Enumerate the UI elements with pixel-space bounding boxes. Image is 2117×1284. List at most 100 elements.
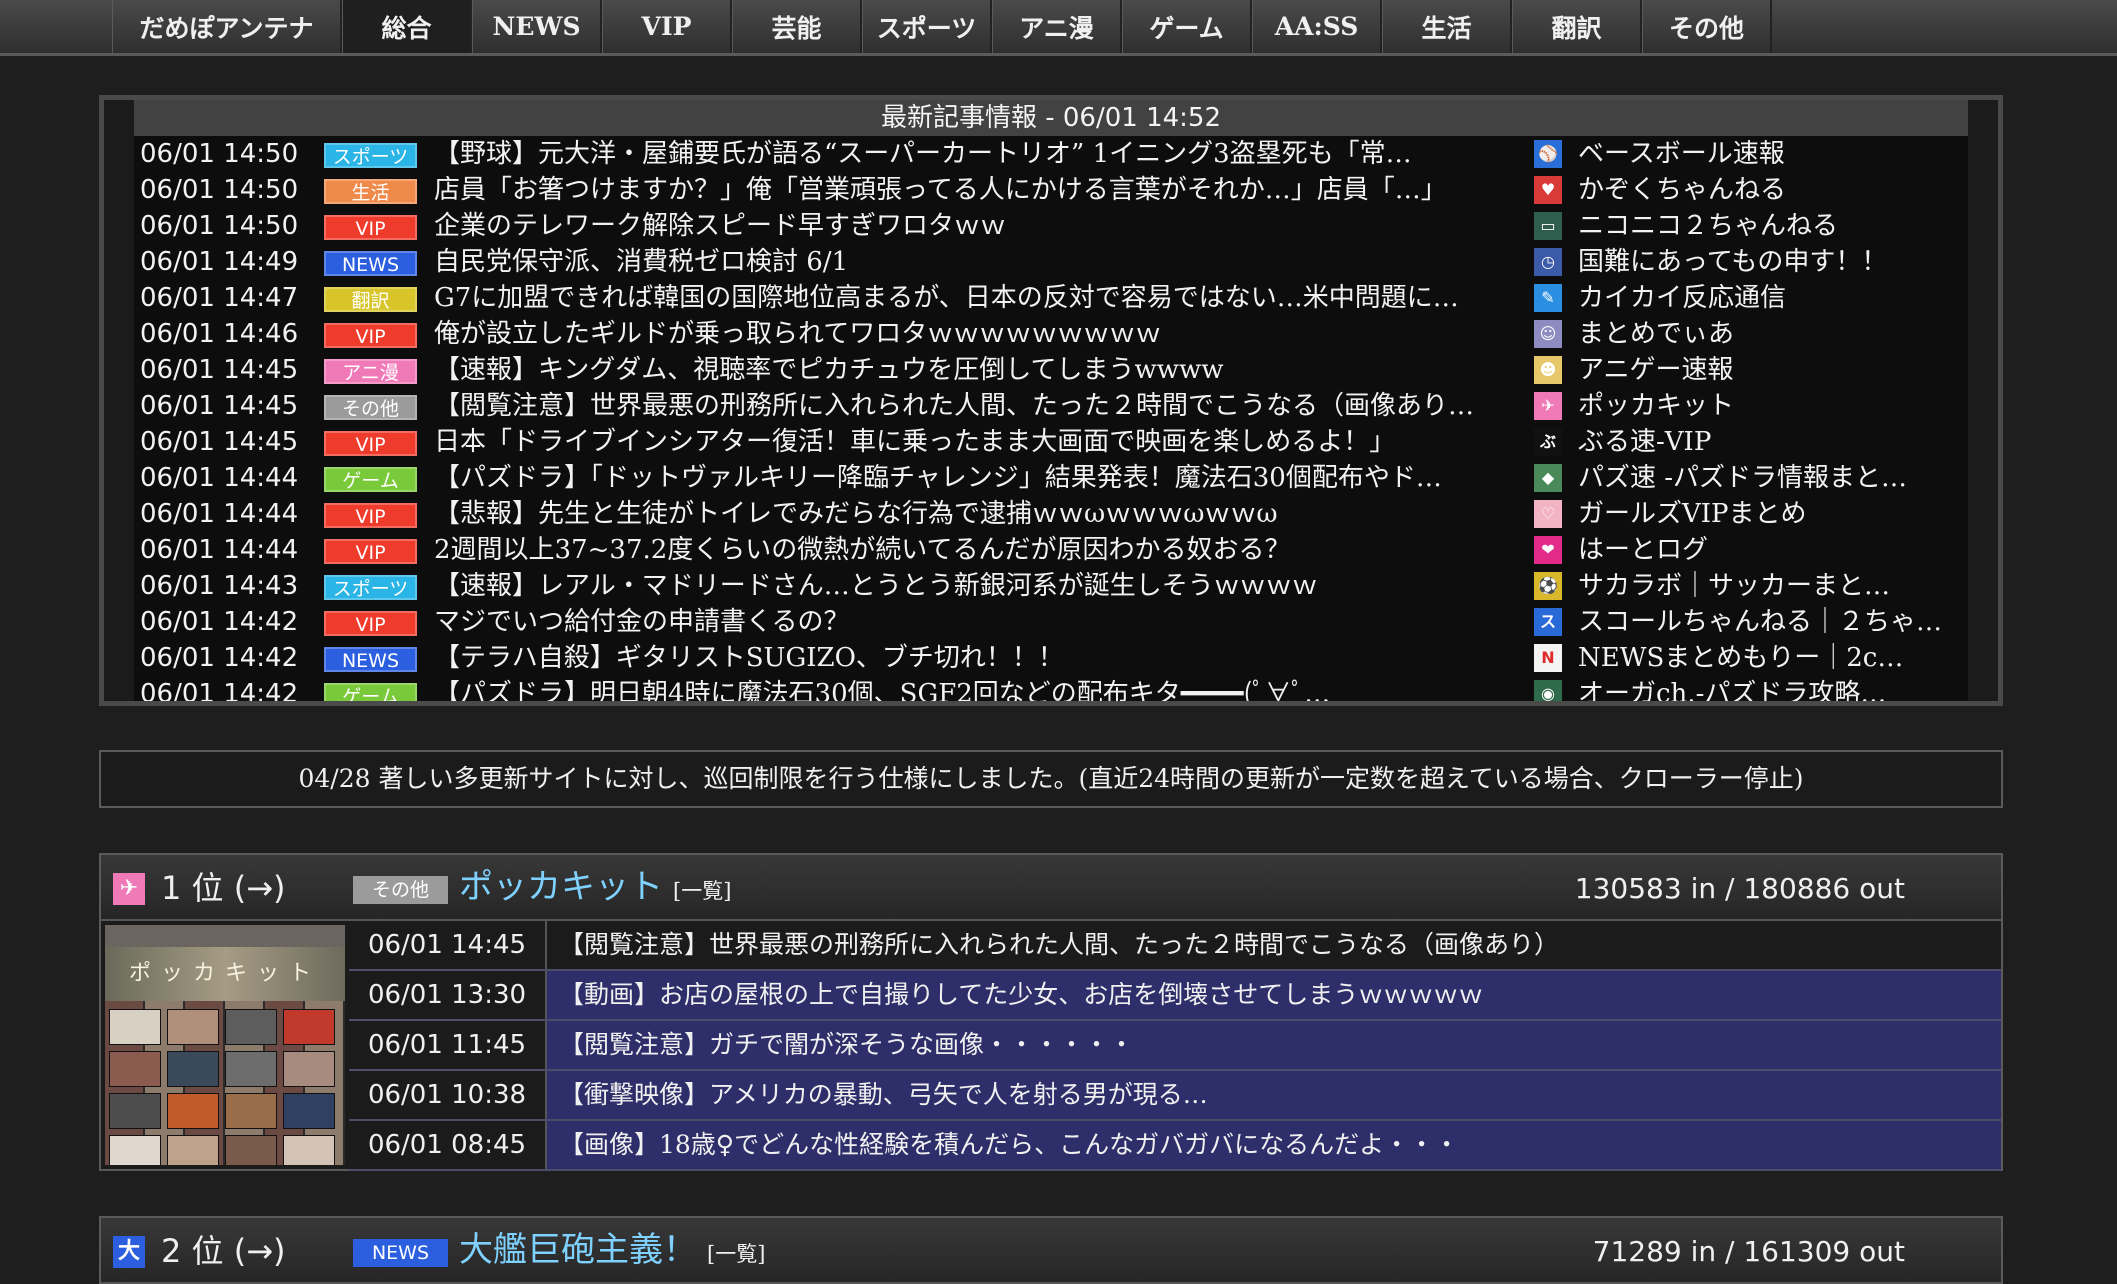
row-title[interactable]: 自民党保守派、消費税ゼロ検討 6/1 (434, 244, 1514, 280)
category-badge[interactable]: VIP (324, 611, 417, 636)
entry-time: 06/01 08:45 (349, 1121, 547, 1169)
row-time: 06/01 14:42 (140, 679, 299, 701)
rank-entry[interactable]: 06/01 08:45 【画像】18歳♀でどんな性経験を積んだら、こんなガバガバ… (349, 1121, 2001, 1171)
latest-row[interactable]: 06/01 14:49 NEWS 自民党保守派、消費税ゼロ検討 6/1 ◷ 国難にあって… (134, 244, 1968, 280)
category-badge[interactable]: NEWS (353, 1239, 448, 1267)
latest-row[interactable]: 06/01 14:45 VIP 日本「ドライブインシアター復活！車に乗ったまま大画面… (134, 424, 1968, 460)
latest-row[interactable]: 06/01 14:44 VIP 2週間以上37~37.2度くらいの微熱が続いてるんだ… (134, 532, 1968, 568)
category-badge[interactable]: VIP (324, 503, 417, 528)
tab-all[interactable]: 総合 (342, 0, 472, 53)
tab-other[interactable]: その他 (1642, 0, 1772, 53)
row-site[interactable]: 国難にあってもの申す！！ (1578, 244, 1968, 280)
category-badge[interactable]: スポーツ (324, 575, 417, 600)
category-badge[interactable]: ゲーム (324, 683, 417, 701)
latest-articles-list[interactable]: 最新記事情報 - 06/01 14:52 06/01 14:50 スポーツ 【野球】… (134, 100, 1968, 701)
rank-site-name[interactable]: 大艦巨砲主義！ [一覧] (459, 1228, 765, 1276)
latest-row[interactable]: 06/01 14:44 VIP 【悲報】先生と生徒がトイレでみだらな行為で逮捕ｗｗω… (134, 496, 1968, 532)
entry-title[interactable]: 【動画】お店の屋根の上で自撮りしてた少女、お店を倒壊させてしまうｗｗｗｗｗ (559, 971, 1483, 1019)
row-title[interactable]: 2週間以上37~37.2度くらいの微熱が続いてるんだが原因わかる奴おる？ (434, 532, 1514, 568)
row-site[interactable]: ニコニコ２ちゃんねる (1578, 208, 1968, 244)
tab-aass[interactable]: AA:SS (1252, 0, 1382, 53)
category-badge[interactable]: VIP (324, 431, 417, 456)
category-badge[interactable]: 翻訳 (324, 287, 417, 312)
latest-row[interactable]: 06/01 14:46 VIP 俺が設立したギルドが乗っ取られてワロタｗｗｗｗｗｗｗ… (134, 316, 1968, 352)
site-thumbnail[interactable]: ポッカキット (105, 925, 345, 1165)
entry-title[interactable]: 【画像】18歳♀でどんな性経験を積んだら、こんなガバガバになるんだよ・・・ (559, 1121, 1459, 1169)
rank-entries: 06/01 14:45 【閲覧注意】世界最悪の刑務所に入れられた人間、たった２時… (349, 921, 2001, 1171)
row-site[interactable]: パズ速 -パズドラ情報まと… (1578, 460, 1968, 496)
row-title[interactable]: 【悲報】先生と生徒がトイレでみだらな行為で逮捕ｗｗωｗｗｗωｗｗω (434, 496, 1514, 532)
category-badge[interactable]: その他 (324, 395, 417, 420)
latest-row[interactable]: 06/01 14:50 生活 店員「お箸つけますか？」俺「営業頑張ってる人にかける言… (134, 172, 1968, 208)
rank-entry[interactable]: 06/01 10:38 【衝撃映像】アメリカの暴動、弓矢で人を射る男が現る… (349, 1071, 2001, 1121)
tab-geinou[interactable]: 芸能 (732, 0, 862, 53)
category-badge[interactable]: ゲーム (324, 467, 417, 492)
anime-face-icon: ☻ (1534, 356, 1562, 384)
row-site[interactable]: ポッカキット (1578, 388, 1968, 424)
rank-entry[interactable]: 06/01 14:45 【閲覧注意】世界最悪の刑務所に入れられた人間、たった２時… (349, 921, 2001, 971)
row-site[interactable]: はーとログ (1578, 532, 1968, 568)
tab-game[interactable]: ゲーム (1122, 0, 1252, 53)
latest-row[interactable]: 06/01 14:50 VIP 企業のテレワーク解除スピード早すぎワロタｗｗ ▭ ニコニ… (134, 208, 1968, 244)
tab-news[interactable]: NEWS (472, 0, 602, 53)
row-site[interactable]: かぞくちゃんねる (1578, 172, 1968, 208)
entry-title[interactable]: 【衝撃映像】アメリカの暴動、弓矢で人を射る男が現る… (559, 1071, 1208, 1119)
row-title[interactable]: G7に加盟できれば韓国の国際地位高まるが、日本の反対で容易ではない…米中問題に… (434, 280, 1514, 316)
category-badge[interactable]: アニ漫 (324, 359, 417, 384)
category-badge[interactable]: 生活 (324, 179, 417, 204)
row-site[interactable]: スコールちゃんねる｜２ちゃ… (1578, 604, 1968, 640)
tab-translation[interactable]: 翻訳 (1512, 0, 1642, 53)
tab-sports[interactable]: スポーツ (862, 0, 992, 53)
row-title[interactable]: 【速報】レアル・マドリードさん…とうとう新銀河系が誕生しそうｗｗｗｗ (434, 568, 1514, 604)
latest-row[interactable]: 06/01 14:45 その他 【閲覧注意】世界最悪の刑務所に入れられた人間、たった… (134, 388, 1968, 424)
row-title[interactable]: 日本「ドライブインシアター復活！車に乗ったまま大画面で映画を楽しめるよ！」 (434, 424, 1514, 460)
row-site[interactable]: まとめでぃあ (1578, 316, 1968, 352)
row-title[interactable]: 【野球】元大洋・屋鋪要氏が語る“スーパーカートリオ” 1イニング3盗塁死も「常… (434, 136, 1514, 172)
rank-entry[interactable]: 06/01 11:45 【閲覧注意】ガチで闇が深そうな画像・・・・・・ (349, 1021, 2001, 1071)
brand-link[interactable]: だめぽアンテナ (112, 0, 342, 53)
category-badge[interactable]: その他 (353, 876, 448, 904)
latest-row[interactable]: 06/01 14:45 アニ漫 【速報】キングダム、視聴率でピカチュウを圧倒してしま… (134, 352, 1968, 388)
latest-row[interactable]: 06/01 14:42 NEWS 【テラハ自殺】ギタリストSUGIZO、ブチ切れ！！… (134, 640, 1968, 676)
row-site[interactable]: ベースボール速報 (1578, 136, 1968, 172)
category-badge[interactable]: VIP (324, 323, 417, 348)
row-site[interactable]: オーガch.-パズドラ攻略… (1578, 676, 1968, 701)
entry-title[interactable]: 【閲覧注意】世界最悪の刑務所に入れられた人間、たった２時間でこうなる（画像あり） (559, 921, 1559, 969)
tab-life[interactable]: 生活 (1382, 0, 1512, 53)
thumbnail-tile (283, 1093, 335, 1129)
category-badge[interactable]: NEWS (324, 647, 417, 672)
row-site[interactable]: ガールズVIPまとめ (1578, 496, 1968, 532)
latest-row[interactable]: 06/01 14:50 スポーツ 【野球】元大洋・屋鋪要氏が語る“スーパーカートリオ… (134, 136, 1968, 172)
list-link[interactable]: [一覧] (707, 1242, 765, 1266)
category-badge[interactable]: NEWS (324, 251, 417, 276)
soccer-icon: ⚽ (1534, 572, 1562, 600)
list-link[interactable]: [一覧] (673, 879, 731, 903)
row-title[interactable]: 【パズドラ】「ドットヴァルキリー降臨チャレンジ」結果発表！魔法石30個配布やド… (434, 460, 1514, 496)
tab-animanga[interactable]: アニ漫 (992, 0, 1122, 53)
row-site[interactable]: サカラボ｜サッカーまと… (1578, 568, 1968, 604)
latest-row[interactable]: 06/01 14:47 翻訳 G7に加盟できれば韓国の国際地位高まるが、日本の反対で… (134, 280, 1968, 316)
row-site[interactable]: アニゲー速報 (1578, 352, 1968, 388)
row-title[interactable]: 【テラハ自殺】ギタリストSUGIZO、ブチ切れ！！！ (434, 640, 1514, 676)
category-badge[interactable]: スポーツ (324, 143, 417, 168)
row-site[interactable]: ぶる速-VIP (1578, 424, 1968, 460)
row-title[interactable]: 【速報】キングダム、視聴率でピカチュウを圧倒してしまうwwww (434, 352, 1514, 388)
row-site[interactable]: カイカイ反応通信 (1578, 280, 1968, 316)
latest-row[interactable]: 06/01 14:42 ゲーム 【パズドラ】明日朝4時に魔法石30個、SGF2回など… (134, 676, 1968, 701)
row-site[interactable]: NEWSまとめもりー｜2c… (1578, 640, 1968, 676)
entry-title[interactable]: 【閲覧注意】ガチで闇が深そうな画像・・・・・・ (559, 1021, 1134, 1069)
row-title[interactable]: 企業のテレワーク解除スピード早すぎワロタｗｗ (434, 208, 1514, 244)
row-title[interactable]: 【パズドラ】明日朝4時に魔法石30個、SGF2回などの配布キタ━━━━(ﾟ∀ﾟ… (434, 676, 1514, 701)
rank-site-name[interactable]: ポッカキット [一覧] (459, 865, 731, 913)
rank-entry[interactable]: 06/01 13:30 【動画】お店の屋根の上で自撮りしてた少女、お店を倒壊させ… (349, 971, 2001, 1021)
row-title[interactable]: 【閲覧注意】世界最悪の刑務所に入れられた人間、たった２時間でこうなる（画像あり… (434, 388, 1514, 424)
category-badge[interactable]: VIP (324, 539, 417, 564)
row-title[interactable]: 店員「お箸つけますか？」俺「営業頑張ってる人にかける言葉がそれか…」店員「…」 (434, 172, 1514, 208)
row-title[interactable]: 俺が設立したギルドが乗っ取られてワロタｗｗｗｗｗｗｗｗｗ (434, 316, 1514, 352)
tab-vip[interactable]: VIP (602, 0, 732, 53)
latest-row[interactable]: 06/01 14:44 ゲーム 【パズドラ】「ドットヴァルキリー降臨チャレンジ」結果… (134, 460, 1968, 496)
latest-row[interactable]: 06/01 14:42 VIP マジでいつ給付金の申請書くるの？ ススコールちゃんねる… (134, 604, 1968, 640)
latest-row[interactable]: 06/01 14:43 スポーツ 【速報】レアル・マドリードさん…とうとう新銀河系が… (134, 568, 1968, 604)
row-title[interactable]: マジでいつ給付金の申請書くるの？ (434, 604, 1514, 640)
category-badge[interactable]: VIP (324, 215, 417, 240)
